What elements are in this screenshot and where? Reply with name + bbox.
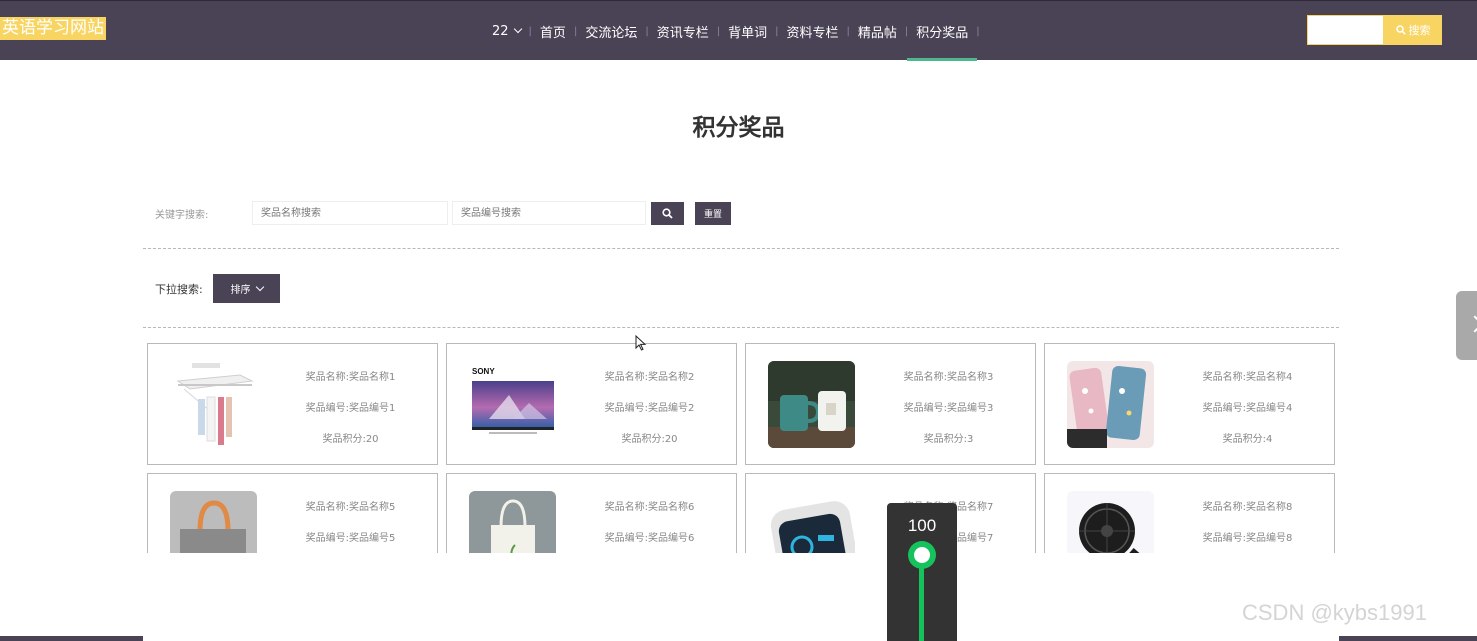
prize-code-search-input[interactable] <box>452 201 646 225</box>
drying-rack-image <box>170 361 257 448</box>
zoom-slider-widget: 100 <box>887 503 957 641</box>
header-search-button[interactable]: 搜索 <box>1384 15 1442 45</box>
prize-code: 奖品编号:奖品编号2 <box>604 403 695 414</box>
zoom-track[interactable] <box>919 565 924 641</box>
search-icon <box>662 208 673 219</box>
prize-info: 奖品名称:奖品名称1 奖品编号:奖品编号1 奖品积分:20 <box>288 368 413 461</box>
prize-name-search-input[interactable] <box>252 201 448 225</box>
dashed-divider <box>143 327 1339 328</box>
zoom-value: 100 <box>907 516 937 535</box>
prize-info: 奖品名称:奖品名称4 奖品编号:奖品编号4 奖品积分:4 <box>1185 368 1310 461</box>
prize-name: 奖品名称:奖品名称1 <box>305 372 396 383</box>
dashed-divider <box>143 248 1339 249</box>
reset-button[interactable]: 重置 <box>695 202 731 225</box>
chevron-down-icon <box>513 24 522 34</box>
site-logo[interactable]: 英语学习网站 <box>0 17 106 40</box>
top-nav-bar: 英语学习网站 22 | 首页 | 交流论坛 | 资讯专栏 | 背单词 | 资料专… <box>0 0 1477 61</box>
nav-item-home[interactable]: 首页 <box>540 1 566 61</box>
nav-separator: | <box>976 25 980 37</box>
prize-code: 奖品编号:奖品编号3 <box>903 403 994 414</box>
prize-name: 奖品名称:奖品名称2 <box>604 372 695 383</box>
prize-points: 奖品积分:4 <box>1222 434 1273 445</box>
content-clip <box>0 553 1477 641</box>
prize-card-1[interactable]: 奖品名称:奖品名称1 奖品编号:奖品编号1 奖品积分:20 <box>147 343 438 465</box>
nav-separator: | <box>716 25 721 37</box>
side-panel-toggle[interactable] <box>1456 291 1477 360</box>
prize-name: 奖品名称:奖品名称8 <box>1202 502 1293 513</box>
nav-item-vocabulary[interactable]: 背单词 <box>728 1 767 61</box>
nav-item-prizes[interactable]: 积分奖品 <box>907 1 978 61</box>
chevron-down-icon <box>255 282 264 291</box>
search-icon <box>1395 25 1406 35</box>
prize-card-4[interactable]: 奖品名称:奖品名称4 奖品编号:奖品编号4 奖品积分:4 <box>1044 343 1335 465</box>
header-search-input[interactable] <box>1307 15 1384 45</box>
prize-info: 奖品名称:奖品名称3 奖品编号:奖品编号3 奖品积分:3 <box>886 368 1011 461</box>
page-root: 英语学习网站 22 | 首页 | 交流论坛 | 资讯专栏 | 背单词 | 资料专… <box>0 0 1477 641</box>
nav-item-news[interactable]: 资讯专栏 <box>657 1 709 61</box>
nav-item-featured-posts[interactable]: 精品帖 <box>858 1 897 61</box>
sort-dropdown-button[interactable]: 排序 <box>213 274 280 303</box>
bottom-border-gap <box>143 636 1339 641</box>
chevron-right-icon <box>1466 315 1477 333</box>
prize-code: 奖品编号:奖品编号1 <box>305 403 396 414</box>
keyword-search-label: 关键字搜索: <box>155 210 209 221</box>
mugs-image <box>768 361 855 448</box>
mouse-cursor-icon <box>635 335 647 351</box>
user-menu[interactable]: 22 <box>492 1 522 61</box>
user-name: 22 <box>492 23 509 39</box>
main-nav: 22 | 首页 | 交流论坛 | 资讯专栏 | 背单词 | 资料专栏 | 精品帖… <box>492 1 988 61</box>
prize-name: 奖品名称:奖品名称4 <box>1202 372 1293 383</box>
prize-name: 奖品名称:奖品名称3 <box>903 372 994 383</box>
zoom-handle[interactable] <box>908 541 936 569</box>
prize-card-3[interactable]: 奖品名称:奖品名称3 奖品编号:奖品编号3 奖品积分:3 <box>745 343 1036 465</box>
watermark: CSDN @kybs1991 <box>1242 600 1427 625</box>
prize-info: 奖品名称:奖品名称2 奖品编号:奖品编号2 奖品积分:20 <box>587 368 712 461</box>
nav-separator: | <box>775 25 779 37</box>
sort-dropdown-label: 排序 <box>230 285 251 296</box>
prize-code: 奖品编号:奖品编号4 <box>1202 403 1293 414</box>
nav-separator: | <box>904 25 909 37</box>
header-search-label: 搜索 <box>1408 24 1431 37</box>
prize-name: 奖品名称:奖品名称5 <box>305 502 396 513</box>
sony-tv-image: SONY <box>469 361 556 448</box>
nav-item-forum[interactable]: 交流论坛 <box>585 1 637 61</box>
prize-points: 奖品积分:3 <box>923 434 974 445</box>
phone-case-image <box>1067 361 1154 448</box>
nav-separator: | <box>573 25 578 37</box>
nav-item-materials[interactable]: 资料专栏 <box>786 1 838 61</box>
prize-points: 奖品积分:20 <box>621 434 678 445</box>
prize-points: 奖品积分:20 <box>322 434 379 445</box>
prize-name: 奖品名称:奖品名称6 <box>604 502 695 513</box>
brand-logo: SONY <box>472 367 495 376</box>
search-button[interactable] <box>651 202 684 225</box>
prize-card-2[interactable]: SONY 奖品名称:奖品名称2 奖品编号:奖品编号2 奖品积分:20 <box>446 343 737 465</box>
nav-separator: | <box>645 25 649 37</box>
header-search: 搜索 <box>1307 15 1442 45</box>
dropdown-search-label: 下拉搜索: <box>155 283 203 296</box>
nav-separator: | <box>846 25 850 37</box>
page-title: 积分奖品 <box>692 115 785 141</box>
nav-separator: | <box>528 25 532 37</box>
